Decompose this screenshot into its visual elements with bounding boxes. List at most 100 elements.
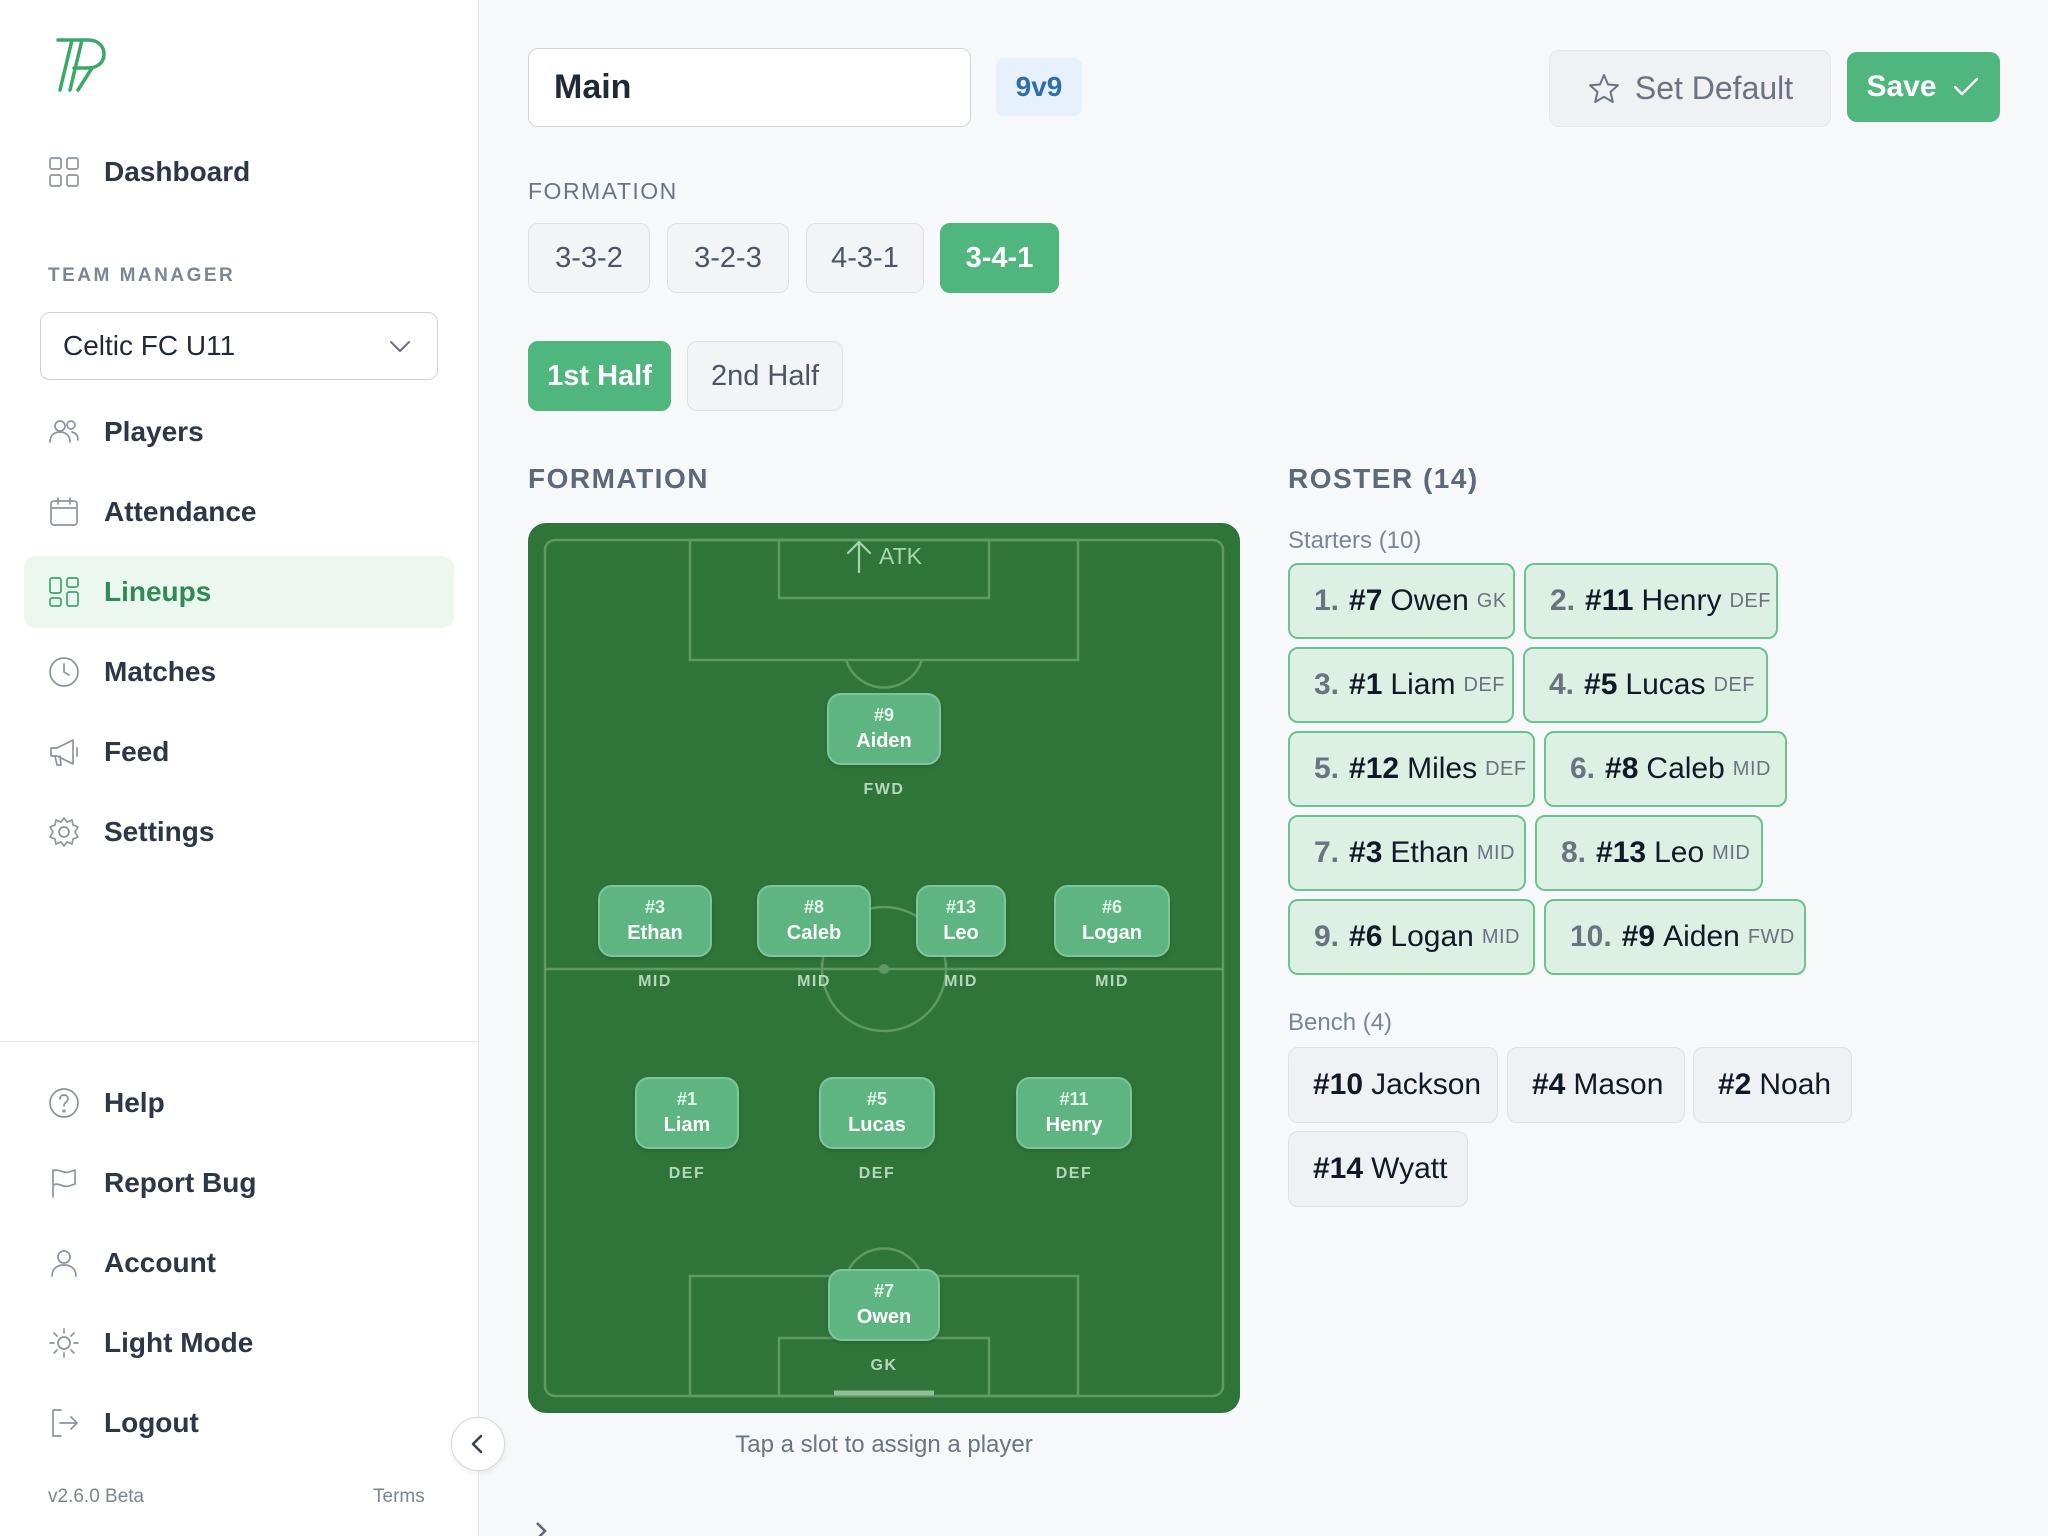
lineup-name-input[interactable]	[528, 48, 971, 127]
pitch-slot[interactable]: #1 Liam DEF	[635, 1077, 739, 1183]
slot-name: Owen	[856, 1306, 912, 1328]
nav-attendance[interactable]: Attendance	[24, 476, 454, 548]
chevron-right-icon	[536, 1522, 547, 1536]
slot-name: Logan	[1082, 922, 1142, 944]
chip-number: #12	[1349, 752, 1400, 785]
starter-chip[interactable]: 9. #6 Logan MID	[1288, 899, 1535, 975]
chip-number: #10	[1313, 1068, 1364, 1101]
tab-first-half[interactable]: 1st Half	[528, 341, 671, 411]
chip-position: MID	[1476, 841, 1515, 864]
slot-name: Aiden	[856, 730, 912, 752]
nav-label: Light Mode	[104, 1327, 254, 1358]
nav-label: Attendance	[104, 496, 257, 527]
chip-number: #11	[1585, 584, 1634, 617]
nav-players[interactable]: Players	[24, 396, 454, 468]
pitch-slot[interactable]: #13 Leo MID	[916, 885, 1006, 991]
nav-report-bug[interactable]: Report Bug	[24, 1147, 454, 1219]
nav-feed[interactable]: Feed	[24, 716, 454, 788]
pitch-hint: Tap a slot to assign a player	[735, 1431, 1033, 1458]
terms-link[interactable]: Terms	[373, 1486, 425, 1508]
chip-number: #7	[1349, 584, 1383, 617]
notes-section-toggle[interactable]	[530, 1520, 552, 1536]
chip-number: #8	[1605, 752, 1639, 785]
starter-chip[interactable]: 2. #11 Henry DEF	[1524, 563, 1778, 639]
clock-icon	[46, 654, 82, 690]
slot-position: DEF	[1055, 1165, 1093, 1182]
bench-label: Bench (4)	[1288, 1009, 1393, 1036]
slot-number: #3	[644, 897, 666, 917]
starter-chip[interactable]: 7. #3 Ethan MID	[1288, 815, 1526, 891]
bench-chip[interactable]: #10 Jackson	[1288, 1047, 1498, 1123]
slot-number: #1	[676, 1089, 698, 1109]
starter-chip[interactable]: 8. #13 Leo MID	[1535, 815, 1763, 891]
team-select-value: Celtic FC U11	[63, 330, 236, 361]
nav-account[interactable]: Account	[24, 1227, 454, 1299]
pitch-slot[interactable]: #6 Logan MID	[1054, 885, 1170, 991]
gear-icon	[46, 814, 82, 850]
chip-name: Miles	[1407, 752, 1478, 785]
formation-option-323[interactable]: 3-2-3	[667, 223, 789, 293]
collapse-sidebar-button[interactable]	[451, 1417, 505, 1471]
pitch-slot[interactable]: #11 Henry DEF	[1016, 1077, 1132, 1183]
pitch-slot[interactable]: #7 Owen GK	[828, 1269, 940, 1375]
slot-number: #9	[873, 705, 895, 725]
formation-option-431[interactable]: 4-3-1	[806, 223, 924, 293]
slot-name: Ethan	[627, 922, 683, 944]
nav-label: Lineups	[104, 576, 212, 607]
chip-order: 1.	[1314, 584, 1340, 617]
players-icon	[46, 414, 82, 450]
set-default-button[interactable]: Set Default	[1549, 50, 1831, 127]
nav-label: Help	[104, 1087, 165, 1118]
nav-matches[interactable]: Matches	[24, 636, 454, 708]
nav-lineups[interactable]: Lineups	[24, 556, 454, 628]
formation-heading: FORMATION	[528, 463, 709, 494]
starter-chip[interactable]: 5. #12 Miles DEF	[1288, 731, 1535, 807]
nav-help[interactable]: Help	[24, 1067, 454, 1139]
slot-position: DEF	[858, 1165, 896, 1182]
chip-number: #9	[1621, 920, 1656, 953]
nav-logout[interactable]: Logout	[24, 1387, 454, 1459]
chip-order: 7.	[1314, 836, 1340, 869]
slot-position: DEF	[668, 1165, 706, 1182]
chip-order: 9.	[1314, 920, 1340, 953]
slot-number: #8	[803, 897, 825, 917]
set-default-label: Set Default	[1634, 70, 1794, 106]
nav-dashboard[interactable]: Dashboard	[24, 136, 454, 208]
app-logo[interactable]	[52, 34, 108, 94]
pitch-slot[interactable]: #8 Caleb MID	[757, 885, 871, 991]
starter-chip[interactable]: 6. #8 Caleb MID	[1544, 731, 1787, 807]
nav-label: Dashboard	[104, 156, 251, 187]
chip-number: #6	[1349, 920, 1383, 953]
starter-chip[interactable]: 10. #9 Aiden FWD	[1544, 899, 1806, 975]
chip-name: Liam	[1390, 668, 1456, 701]
pitch-slot[interactable]: #9 Aiden FWD	[827, 693, 941, 799]
tab-second-half[interactable]: 2nd Half	[687, 341, 843, 411]
nav-label: Account	[104, 1247, 216, 1278]
team-select[interactable]: Celtic FC U11	[40, 312, 438, 380]
chip-name: Leo	[1654, 836, 1705, 869]
starter-chip[interactable]: 3. #1 Liam DEF	[1288, 647, 1514, 723]
dashboard-icon	[46, 154, 82, 190]
bench-chip[interactable]: #4 Mason	[1507, 1047, 1685, 1123]
chip-position: GK	[1476, 589, 1507, 612]
formation-option-341[interactable]: 3-4-1	[940, 223, 1059, 293]
slot-number: #7	[873, 1281, 895, 1301]
chip-name: Caleb	[1646, 752, 1725, 785]
starter-chip[interactable]: 1. #7 Owen GK	[1288, 563, 1515, 639]
bench-chip[interactable]: #14 Wyatt	[1288, 1131, 1468, 1207]
pitch-slot[interactable]: #5 Lucas DEF	[819, 1077, 935, 1183]
calendar-icon	[46, 494, 82, 530]
help-icon	[46, 1085, 82, 1121]
nav-light-mode[interactable]: Light Mode	[24, 1307, 454, 1379]
save-button[interactable]: Save	[1847, 52, 2000, 122]
nav-label: Feed	[104, 736, 170, 767]
slot-name: Caleb	[786, 922, 842, 944]
bench-chip[interactable]: #2 Noah	[1693, 1047, 1852, 1123]
chip-number: #5	[1584, 668, 1618, 701]
pitch-slot[interactable]: #3 Ethan MID	[598, 885, 712, 991]
formation-option-332[interactable]: 3-3-2	[528, 223, 650, 293]
starter-chip[interactable]: 4. #5 Lucas DEF	[1523, 647, 1768, 723]
chip-order: 8.	[1561, 836, 1587, 869]
attack-direction: ATK	[843, 538, 922, 574]
nav-settings[interactable]: Settings	[24, 796, 454, 868]
